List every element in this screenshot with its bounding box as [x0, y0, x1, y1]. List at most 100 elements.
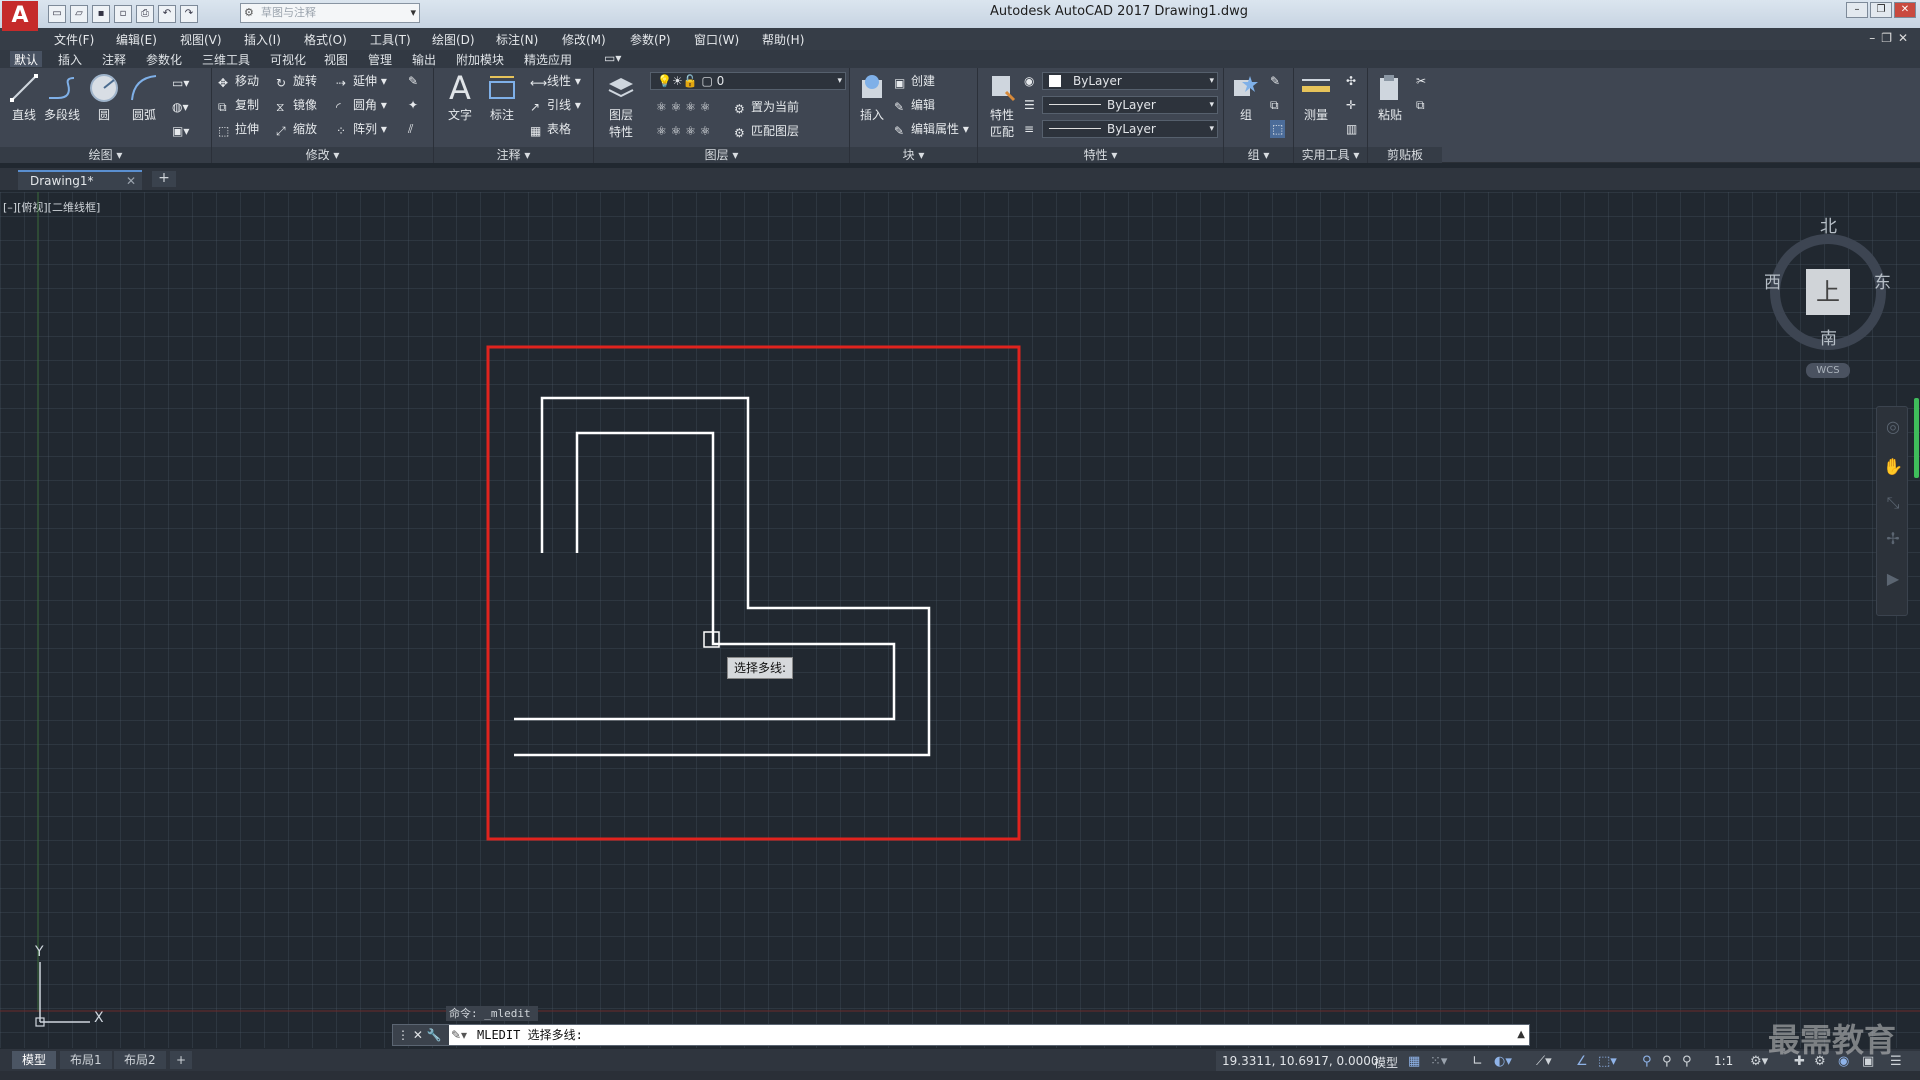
text-button[interactable]: A 文字	[440, 72, 480, 123]
document-window-controls[interactable]: –❐✕	[1869, 31, 1914, 45]
polar-tracking-icon[interactable]: ◐▾	[1494, 1054, 1512, 1069]
compass-north[interactable]: 北	[1820, 212, 1837, 237]
calculator-icon[interactable]: ▥	[1346, 120, 1357, 138]
auto-scale-icon[interactable]: ⚲	[1662, 1054, 1672, 1069]
match-properties-button[interactable]: 特性 匹配	[982, 72, 1022, 140]
line-button[interactable]: 直线	[4, 72, 44, 123]
save-as-icon[interactable]: ▫	[114, 5, 132, 23]
close-button[interactable]: ✕	[1894, 2, 1916, 18]
menu-help[interactable]: 帮助(H)	[762, 31, 804, 48]
tab-featured-apps[interactable]: 精选应用	[520, 51, 576, 67]
minimize-button[interactable]: –	[1846, 2, 1868, 18]
wcs-menu[interactable]: WCS	[1806, 363, 1850, 378]
annotation-visibility-icon[interactable]: ⚲	[1642, 1054, 1652, 1069]
workspace-dropdown[interactable]: ⚙ 草图与注释 ▾	[240, 3, 420, 23]
tab-parametric[interactable]: 参数化	[142, 51, 186, 67]
snap-icon[interactable]: ⁙▾	[1430, 1054, 1447, 1069]
panel-groups-title[interactable]: 组 ▾	[1224, 147, 1293, 163]
create-block-button[interactable]: ▣ 创建	[894, 72, 935, 90]
polyline-button[interactable]: 多段线	[42, 72, 82, 123]
color-wheel-icon[interactable]: ◉	[1024, 72, 1034, 90]
print-icon[interactable]: ⎙	[136, 5, 154, 23]
leader-button[interactable]: ↗ 引线 ▾	[530, 96, 581, 114]
table-button[interactable]: ▦ 表格	[530, 120, 571, 138]
insert-block-button[interactable]: 插入	[852, 72, 892, 123]
offset-icon[interactable]: ⫽	[408, 120, 413, 138]
set-current-button[interactable]: ⚙ 置为当前	[734, 98, 799, 116]
dimension-button[interactable]: 标注	[482, 72, 522, 123]
cut-icon[interactable]: ✂	[1416, 72, 1426, 90]
group-button[interactable]: 组	[1226, 72, 1266, 123]
tab-model[interactable]: 模型	[12, 1051, 57, 1069]
close-command-icon[interactable]: ✕	[413, 1028, 423, 1042]
file-tab-drawing1[interactable]: Drawing1* ✕	[18, 170, 142, 190]
circle-button[interactable]: 圆	[84, 72, 124, 123]
compass-east[interactable]: 东	[1874, 268, 1891, 293]
panel-block-title[interactable]: 块 ▾	[850, 147, 977, 163]
tab-output[interactable]: 输出	[408, 51, 440, 67]
steering-wheel-icon[interactable]: ◎	[1883, 417, 1903, 437]
tab-insert[interactable]: 插入	[54, 51, 86, 67]
region-icon[interactable]: ▣▾	[172, 122, 189, 140]
measure-button[interactable]: 测量	[1296, 72, 1336, 123]
compass-south[interactable]: 南	[1820, 324, 1837, 349]
fillet-button[interactable]: ◜ 圆角 ▾	[336, 96, 387, 114]
group-edit-icon[interactable]: ⧉	[1270, 96, 1279, 114]
copy-button[interactable]: ⧉ 复制	[218, 96, 259, 114]
multiline-inner[interactable]	[514, 431, 896, 721]
workspace-switch-icon[interactable]: ⚙▾	[1750, 1054, 1768, 1069]
extend-button[interactable]: ⇢ 延伸 ▾	[336, 72, 387, 90]
customize-icon[interactable]: 🔧	[427, 1028, 442, 1042]
menu-format[interactable]: 格式(O)	[304, 31, 347, 48]
tab-addins[interactable]: 附加模块	[452, 51, 508, 67]
zoom-extents-icon[interactable]: ⤡	[1883, 493, 1903, 513]
menu-edit[interactable]: 编辑(E)	[116, 31, 157, 48]
mirror-button[interactable]: ⧖ 镜像	[276, 96, 317, 114]
menu-window[interactable]: 窗口(W)	[694, 31, 739, 48]
isodraft-icon[interactable]: ⟋▾	[1536, 1054, 1552, 1069]
tab-visualize[interactable]: 可视化	[266, 51, 310, 67]
menu-tools[interactable]: 工具(T)	[370, 31, 411, 48]
tab-annotate[interactable]: 注释	[98, 51, 130, 67]
showmotion-icon[interactable]: ▶	[1883, 569, 1903, 589]
tab-layout2[interactable]: 布局2	[114, 1051, 166, 1069]
panel-clipboard-title[interactable]: 剪贴板	[1368, 147, 1442, 163]
grip-icon[interactable]: ⋮	[397, 1028, 409, 1042]
pan-icon[interactable]: ✋	[1883, 457, 1903, 477]
application-menu-button[interactable]: A	[2, 1, 38, 31]
viewcube-face-top[interactable]: 上	[1806, 269, 1850, 315]
lineweight-dropdown[interactable]: ByLayer ▾	[1042, 120, 1218, 138]
scale-button[interactable]: ⤢ 缩放	[276, 120, 317, 138]
ungroup-icon[interactable]: ✎	[1270, 72, 1280, 90]
linetype-dropdown[interactable]: ByLayer ▾	[1042, 96, 1218, 114]
panel-annotation-title[interactable]: 注释 ▾	[434, 147, 593, 163]
coordinates-readout[interactable]: 19.3311, 10.6917, 0.0000	[1222, 1054, 1379, 1068]
tab-3d-tools[interactable]: 三维工具	[198, 51, 254, 67]
rotate-button[interactable]: ↻ 旋转	[276, 72, 317, 90]
edit-attributes-button[interactable]: ✎ 编辑属性 ▾	[894, 120, 969, 138]
drawing-area[interactable]: [–][俯视][二维线框] 选择多线: 上 北 南 东 西 WCS ◎ ✋ ⤡ …	[0, 192, 1920, 1048]
undo-icon[interactable]: ↶	[158, 5, 176, 23]
annotation-scale-icon[interactable]: ⚲	[1682, 1054, 1692, 1069]
move-button[interactable]: ✥ 移动	[218, 72, 259, 90]
panel-utilities-title[interactable]: 实用工具 ▾	[1294, 147, 1367, 163]
redo-icon[interactable]: ↷	[180, 5, 198, 23]
grid-icon[interactable]: ▦	[1408, 1054, 1420, 1069]
object-snap-icon[interactable]: ⬚▾	[1598, 1054, 1617, 1069]
menu-draw[interactable]: 绘图(D)	[432, 31, 475, 48]
compass-west[interactable]: 西	[1764, 268, 1781, 293]
layer-dropdown[interactable]: 💡☀🔓 ▢ 0 ▾	[650, 72, 846, 90]
close-icon[interactable]: ✕	[126, 172, 136, 190]
tab-home[interactable]: 默认	[10, 51, 43, 67]
restore-button[interactable]: ❐	[1870, 2, 1892, 18]
edit-block-button[interactable]: ✎ 编辑	[894, 96, 935, 114]
command-history-toggle-icon[interactable]: ▲	[1517, 1025, 1525, 1045]
ribbon-display-toggle[interactable]: ▭▾	[600, 51, 625, 67]
group-selection-icon[interactable]: ⬚	[1270, 120, 1286, 138]
menu-file[interactable]: 文件(F)	[54, 31, 94, 48]
panel-properties-title[interactable]: 特性 ▾	[978, 147, 1223, 163]
panel-modify-title[interactable]: 修改 ▾	[212, 147, 433, 163]
lineweight-icon[interactable]: ≡	[1024, 120, 1034, 138]
object-snap-tracking-icon[interactable]: ∠	[1576, 1054, 1588, 1069]
menu-parametric[interactable]: 参数(P)	[630, 31, 671, 48]
